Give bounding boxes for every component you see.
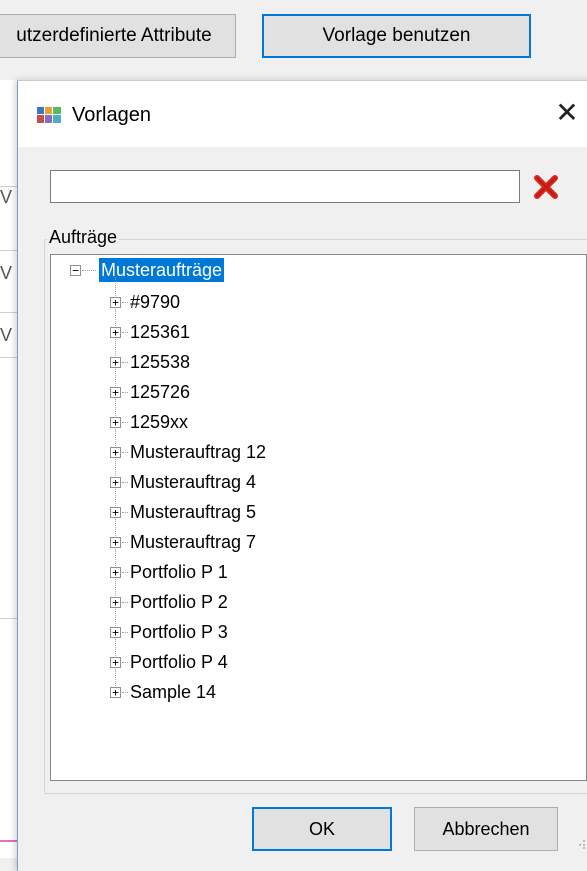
tree-item-label[interactable]: Portfolio P 3 [130,617,228,647]
red-x-clear-icon[interactable] [532,173,560,201]
tree-item[interactable]: + #9790 [51,287,586,317]
tree-item[interactable]: + Musterauftrag 5 [51,497,586,527]
tree-item[interactable]: +125538 [51,347,586,377]
tree-connector [122,632,128,633]
tree-connector [122,482,128,483]
tree-item-label[interactable]: Musterauftrag 4 [130,467,256,497]
tree-connector [122,392,128,393]
dialog-titlebar[interactable]: Vorlagen ✕ [18,81,587,147]
plus-box-icon[interactable]: + [110,387,121,398]
tree-item-label[interactable]: Portfolio P 1 [130,557,228,587]
vorlagen-palette-icon [37,107,61,123]
tree-item-label[interactable]: Musterauftrag 7 [130,527,256,557]
plus-box-icon[interactable]: + [110,297,121,308]
tree-item[interactable]: + Portfolio P 2 [51,587,586,617]
background-grid-strip: V V V [0,80,18,858]
background-divider [0,618,17,619]
tree-item[interactable]: + Musterauftrag 7 [51,527,586,557]
tree-connector [122,332,128,333]
tree-connector [122,602,128,603]
background-cell: V [0,312,17,358]
tree-connector [122,362,128,363]
tree-item[interactable]: + Musterauftrag 4 [51,467,586,497]
tree-item-label[interactable]: Portfolio P 4 [130,647,228,677]
tree-item[interactable]: + Portfolio P 4 [51,647,586,677]
tree-connector [82,270,96,271]
tree-item[interactable]: + Musterauftrag 12 [51,437,586,467]
plus-box-icon[interactable]: + [110,657,121,668]
cancel-button[interactable]: Abbrechen [414,807,558,851]
search-input[interactable] [50,170,520,203]
dialog-title: Vorlagen [72,104,151,126]
tree-item[interactable]: + Sample 14 [51,677,586,707]
tree-connector [122,662,128,663]
background-cell: V [0,250,17,295]
tree-item-label[interactable]: Portfolio P 2 [130,587,228,617]
use-template-button[interactable]: Vorlage benutzen [262,14,531,58]
plus-box-icon[interactable]: + [110,447,121,458]
tree-item-label[interactable]: 125538 [130,347,190,377]
templates-dialog: Vorlagen ✕ Aufträge − Musteraufträge + #9… [17,80,587,871]
plus-box-icon[interactable]: + [110,477,121,488]
background-toolbar: utzerdefinierte Attribute Vorlage benutz… [0,0,587,80]
tree-item[interactable]: +1259xx [51,407,586,437]
tree-item[interactable]: +125726 [51,377,586,407]
orders-group-label: Aufträge [47,225,120,249]
plus-box-icon[interactable]: + [110,417,121,428]
tree-item-label[interactable]: 125361 [130,317,190,347]
close-icon[interactable]: ✕ [551,97,583,129]
tree-item-label[interactable]: #9790 [130,287,180,317]
plus-box-icon[interactable]: + [110,627,121,638]
tree-item[interactable]: + Portfolio P 3 [51,617,586,647]
tree-connector [122,302,128,303]
plus-box-icon[interactable]: + [110,357,121,368]
tree-connector [122,542,128,543]
tree-item-label[interactable]: Sample 14 [130,677,216,707]
ok-button[interactable]: OK [252,807,392,851]
plus-box-icon[interactable]: + [110,537,121,548]
tree-item-label[interactable]: 125726 [130,377,190,407]
custom-attributes-button[interactable]: utzerdefinierte Attribute [0,14,236,58]
background-accent-line [0,840,17,842]
tree-root-row[interactable]: − Musteraufträge [51,255,586,285]
plus-box-icon[interactable]: + [110,567,121,578]
tree-root-label[interactable]: Musteraufträge [99,258,225,282]
background-cell: V [0,186,17,217]
tree-connector [122,512,128,513]
tree-item[interactable]: + Portfolio P 1 [51,557,586,587]
plus-box-icon[interactable]: + [110,327,121,338]
plus-box-icon[interactable]: + [110,687,121,698]
tree-item-label[interactable]: Musterauftrag 12 [130,437,266,467]
plus-box-icon[interactable]: + [110,597,121,608]
tree-connector [122,572,128,573]
resize-grip-icon[interactable] [576,839,586,849]
tree-connector [122,422,128,423]
tree-item-label[interactable]: 1259xx [130,407,188,437]
orders-tree[interactable]: − Musteraufträge + #9790 +125361 +125538 +12… [50,254,587,781]
tree-item-label[interactable]: Musterauftrag 5 [130,497,256,527]
plus-box-icon[interactable]: + [110,507,121,518]
tree-item[interactable]: +125361 [51,317,586,347]
tree-connector [122,452,128,453]
minus-box-icon[interactable]: − [70,265,81,276]
tree-connector [122,692,128,693]
